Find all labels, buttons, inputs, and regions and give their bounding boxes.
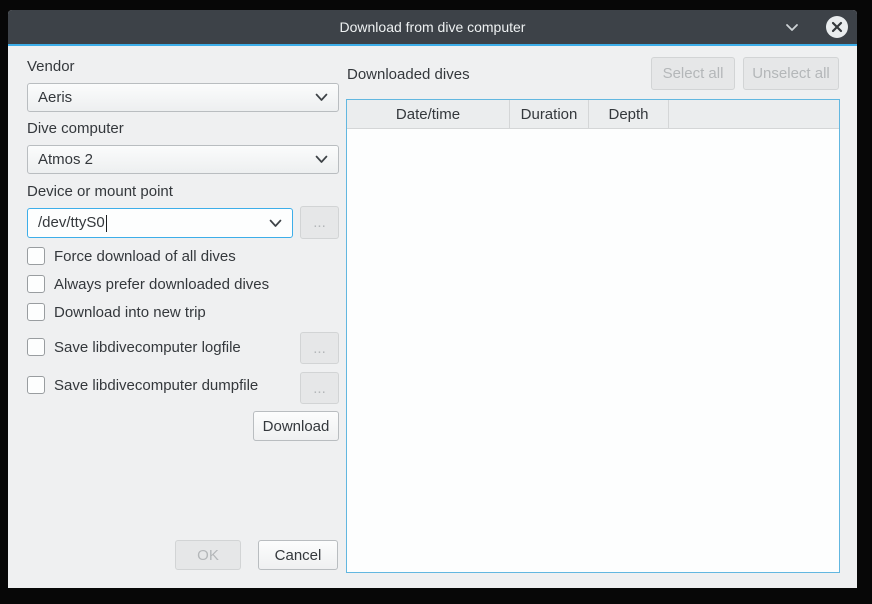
chevron-down-icon [315, 93, 328, 102]
save-logfile-checkbox[interactable] [27, 338, 45, 356]
force-download-checkbox[interactable] [27, 247, 45, 265]
device-input-value: /dev/ttyS0 [38, 214, 105, 231]
save-dumpfile-label: Save libdivecomputer dumpfile [54, 377, 258, 394]
dive-computer-select[interactable]: Atmos 2 [27, 145, 339, 174]
titlebar[interactable]: Download from dive computer [8, 10, 857, 44]
download-from-dive-computer-dialog: Download from dive computer Vendor Aeris… [8, 10, 857, 588]
download-button[interactable]: Download [253, 411, 339, 441]
titlebar-accent-line [8, 44, 857, 46]
dive-computer-label: Dive computer [27, 120, 124, 137]
table-header-row: Date/time Duration Depth [347, 100, 839, 129]
ok-button[interactable]: OK [175, 540, 241, 570]
close-icon[interactable] [826, 16, 848, 38]
downloaded-dives-heading: Downloaded dives [347, 66, 470, 83]
prefer-downloaded-checkbox[interactable] [27, 275, 45, 293]
checkbox-row-save-logfile[interactable]: Save libdivecomputer logfile [27, 338, 241, 356]
save-logfile-label: Save libdivecomputer logfile [54, 339, 241, 356]
column-header-duration[interactable]: Duration [510, 100, 589, 128]
column-header-empty[interactable] [669, 100, 839, 128]
checkbox-row-force-download[interactable]: Force download of all dives [27, 247, 236, 265]
column-header-depth[interactable]: Depth [589, 100, 669, 128]
new-trip-checkbox[interactable] [27, 303, 45, 321]
checkbox-row-save-dumpfile[interactable]: Save libdivecomputer dumpfile [27, 376, 258, 394]
vendor-label: Vendor [27, 58, 75, 75]
window-title: Download from dive computer [340, 19, 526, 35]
checkbox-row-new-trip[interactable]: Download into new trip [27, 303, 206, 321]
device-label: Device or mount point [27, 183, 173, 200]
cancel-button[interactable]: Cancel [258, 540, 338, 570]
new-trip-label: Download into new trip [54, 304, 206, 321]
unselect-all-button[interactable]: Unselect all [743, 57, 839, 90]
vendor-select[interactable]: Aeris [27, 83, 339, 112]
prefer-downloaded-label: Always prefer downloaded dives [54, 276, 269, 293]
select-all-button[interactable]: Select all [651, 57, 735, 90]
dumpfile-browse-button[interactable]: ... [300, 372, 339, 404]
vendor-selected-value: Aeris [38, 89, 309, 106]
chevron-down-icon [315, 155, 328, 164]
window-shade-chevron-down-icon[interactable] [783, 19, 801, 35]
column-header-datetime[interactable]: Date/time [347, 100, 510, 128]
chevron-down-icon[interactable] [269, 219, 282, 228]
checkbox-row-prefer-downloaded[interactable]: Always prefer downloaded dives [27, 275, 269, 293]
device-input[interactable]: /dev/ttyS0 [27, 208, 293, 238]
text-cursor [106, 215, 107, 232]
save-dumpfile-checkbox[interactable] [27, 376, 45, 394]
downloaded-dives-table[interactable]: Date/time Duration Depth [346, 99, 840, 573]
force-download-label: Force download of all dives [54, 248, 236, 265]
device-browse-button[interactable]: ... [300, 206, 339, 239]
logfile-browse-button[interactable]: ... [300, 332, 339, 364]
dive-computer-selected-value: Atmos 2 [38, 151, 309, 168]
